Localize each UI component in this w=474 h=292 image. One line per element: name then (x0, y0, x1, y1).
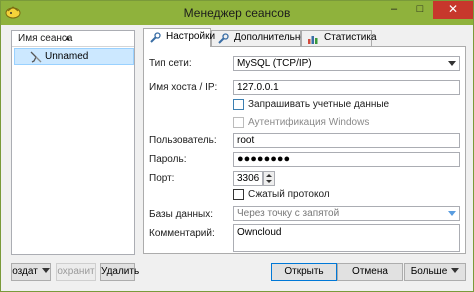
new-button[interactable]: оздат (11, 263, 51, 281)
wrench-icon (218, 33, 229, 44)
network-type-label: Тип сети: (149, 58, 192, 69)
cancel-button[interactable]: Отмена (337, 263, 403, 281)
session-manager-window: Менеджер сеансов – □ ✕ Имя сеанса ▲ Unna… (0, 0, 474, 292)
minimize-button[interactable]: – (381, 1, 407, 19)
session-name-column-header[interactable]: Имя сеанса ▲ (12, 31, 134, 47)
chevron-down-icon (448, 211, 456, 216)
new-button-label: оздат (12, 266, 38, 277)
comment-label: Комментарий: (149, 228, 215, 239)
port-input[interactable]: 3306 (233, 171, 263, 186)
tab-statistics[interactable]: Статистика (301, 30, 377, 46)
network-type-select[interactable]: MySQL (TCP/IP) (233, 56, 460, 71)
network-type-value: MySQL (TCP/IP) (237, 58, 312, 69)
prompt-credentials-label: Запрашивать учетные данные (248, 99, 390, 110)
session-icon (30, 51, 42, 63)
checkbox-box (233, 117, 244, 128)
tab-statistics-label: Статистика (324, 32, 377, 43)
databases-select[interactable]: Через точку с запятой (233, 206, 460, 221)
open-button[interactable]: Открыть (271, 263, 337, 281)
delete-button[interactable]: Удалить (100, 263, 139, 281)
host-input[interactable]: 127.0.0.1 (233, 80, 460, 95)
tab-advanced-label: Дополнительно (234, 32, 306, 43)
session-list[interactable]: Имя сеанса ▲ Unnamed (11, 30, 135, 255)
chevron-down-icon (448, 61, 456, 66)
session-item[interactable]: Unnamed (14, 48, 134, 65)
tab-advanced[interactable]: Дополнительно (211, 30, 306, 46)
more-button[interactable]: Больше (404, 263, 466, 281)
more-button-label: Больше (410, 266, 448, 277)
comment-value: Owncloud (237, 227, 282, 238)
password-input[interactable]: ●●●●●●●● (233, 152, 460, 167)
user-input[interactable]: root (233, 133, 460, 148)
databases-placeholder: Через точку с запятой (237, 208, 340, 219)
sort-ascending-icon: ▲ (64, 35, 71, 42)
user-label: Пользователь: (149, 135, 217, 146)
windows-auth-label: Аутентификация Windows (248, 117, 370, 128)
host-label: Имя хоста / IP: (149, 82, 218, 93)
comment-textarea[interactable]: Owncloud (233, 224, 460, 252)
close-button[interactable]: ✕ (433, 1, 473, 19)
checkbox-box (233, 189, 244, 200)
save-button[interactable]: охранит (56, 263, 96, 281)
spin-up-icon[interactable] (266, 174, 272, 177)
databases-label: Базы данных: (149, 209, 213, 220)
compressed-protocol-label: Сжатый протокол (248, 189, 330, 200)
chevron-down-icon (41, 268, 50, 273)
port-label: Порт: (149, 173, 175, 184)
password-label: Пароль: (149, 154, 187, 165)
session-item-label: Unnamed (45, 51, 89, 62)
title-bar[interactable]: Менеджер сеансов – □ ✕ (1, 1, 473, 25)
port-spin-buttons[interactable] (263, 171, 275, 186)
checkbox-box (233, 99, 244, 110)
chevron-down-icon (451, 268, 460, 273)
settings-panel: Тип сети: MySQL (TCP/IP) Имя хоста / IP:… (143, 46, 466, 254)
maximize-button[interactable]: □ (407, 1, 433, 19)
wrench-icon (150, 32, 161, 43)
tab-settings-label: Настройки (166, 31, 216, 42)
bar-chart-icon (308, 36, 318, 44)
tab-settings[interactable]: Настройки (143, 28, 215, 47)
port-stepper[interactable]: 3306 (233, 171, 277, 186)
spin-down-icon[interactable] (266, 180, 272, 183)
